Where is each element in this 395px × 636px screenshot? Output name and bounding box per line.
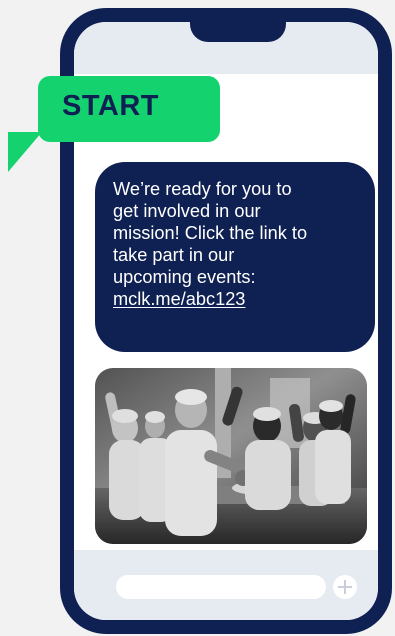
message-bubble: We’re ready for you to get involved in o… [95,162,375,352]
message-line: mission! Click the link to [113,223,308,243]
message-input[interactable] [116,575,326,599]
message-line: We’re ready for you to [113,179,292,199]
plus-icon[interactable] [333,575,357,599]
start-tag-tail [8,132,42,172]
message-line: take part in our [113,245,235,265]
event-photo [95,368,367,544]
message-line: upcoming events: [113,267,256,287]
start-label: START [62,90,160,122]
phone-notch [190,22,286,42]
message-link[interactable]: mclk.me/abc123 [113,288,245,310]
message-line: get involved in our [113,201,261,221]
